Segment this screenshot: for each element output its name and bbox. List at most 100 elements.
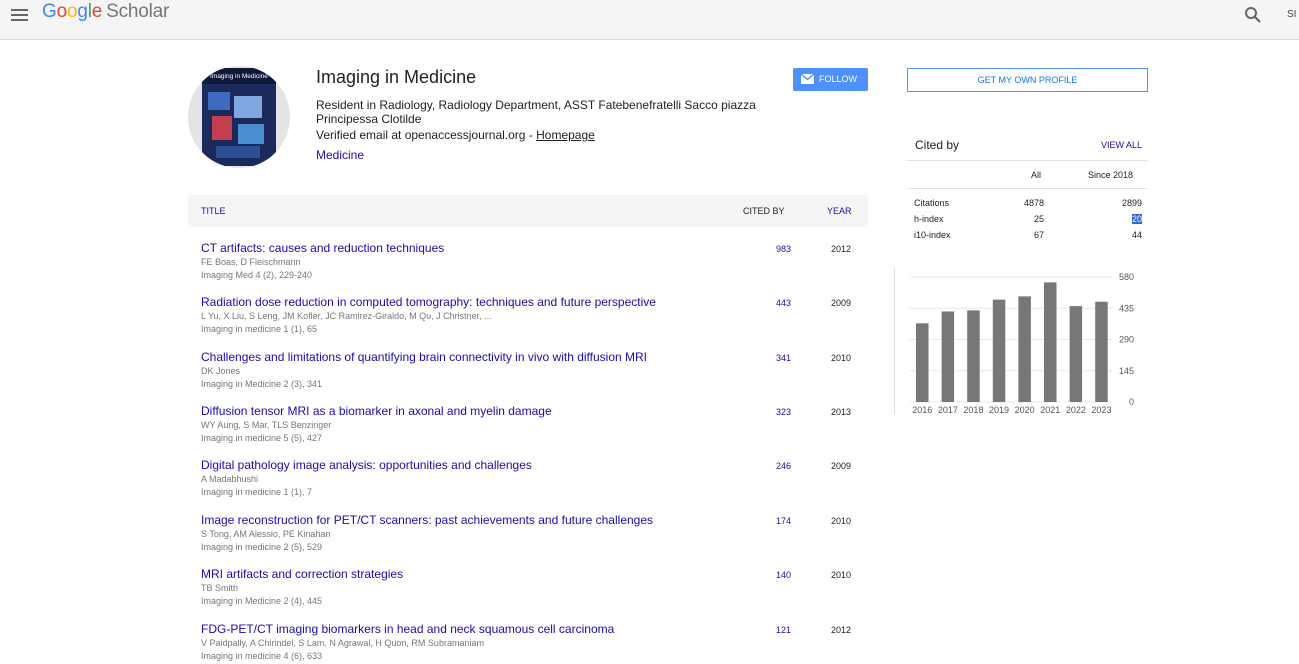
cited-by-title: Cited by	[915, 138, 960, 152]
table-row: Image reconstruction for PET/CT scanners…	[188, 513, 868, 563]
cited-by-column-header[interactable]: CITED BY	[743, 206, 785, 216]
cited-by-count[interactable]: 246	[776, 461, 791, 471]
article-venue: Imaging in medicine 5 (5), 427	[201, 433, 323, 443]
article-venue: Imaging in medicine 1 (1), 65	[201, 324, 318, 334]
table-row: Challenges and limitations of quantifyin…	[188, 350, 868, 400]
view-all-link[interactable]: VIEW ALL	[1101, 140, 1142, 150]
chart-bar[interactable]	[941, 311, 955, 402]
chart-bar[interactable]	[1095, 301, 1108, 402]
stat-label: Citations	[914, 198, 950, 208]
chart-separator	[894, 268, 895, 414]
interest-link[interactable]: Medicine	[316, 148, 364, 162]
year-column-header[interactable]: YEAR	[827, 206, 852, 216]
chart-bar[interactable]	[992, 299, 1006, 402]
stat-since: 20	[1131, 214, 1142, 224]
verified-email: Verified email at openaccessjournal.org …	[316, 128, 595, 142]
y-tick-label: 290	[1119, 335, 1134, 345]
article-authors: V Paidpally, A Chirindel, S Lam, N Agraw…	[201, 638, 484, 648]
article-title[interactable]: FDG-PET/CT imaging biomarkers in head an…	[201, 622, 614, 636]
x-tick-label: 2019	[989, 405, 1009, 415]
follow-label: FOLLOW	[819, 74, 858, 84]
cited-by-count[interactable]: 443	[776, 298, 791, 308]
logo-letter: o	[66, 1, 78, 22]
email-text: Verified email at openaccessjournal.org …	[316, 128, 537, 142]
x-tick-label: 2023	[1091, 405, 1111, 415]
table-row: Radiation dose reduction in computed tom…	[188, 295, 868, 345]
stat-all: 67	[1033, 230, 1044, 240]
cited-by-count[interactable]: 140	[776, 570, 791, 580]
article-title[interactable]: Image reconstruction for PET/CT scanners…	[201, 513, 653, 527]
get-my-own-profile-button[interactable]: GET MY OWN PROFILE	[907, 68, 1148, 92]
article-venue: Imaging in medicine 2 (5), 529	[201, 542, 323, 552]
x-tick-label: 2020	[1015, 405, 1035, 415]
y-tick-label: 145	[1119, 366, 1134, 376]
stat-label: i10-index	[914, 230, 951, 240]
stat-all: 4878	[1023, 198, 1044, 208]
stat-label: h-index	[914, 214, 944, 224]
article-authors: A Madabhushi	[201, 474, 259, 484]
cited-by-count[interactable]: 174	[776, 516, 791, 526]
article-authors: L Yu, X Liu, S Leng, JM Kofler, JC Ramir…	[201, 311, 492, 321]
article-venue: Imaging in medicine 4 (6), 633	[201, 651, 323, 661]
table-row: MRI artifacts and correction strategies …	[188, 567, 868, 617]
article-title[interactable]: MRI artifacts and correction strategies	[201, 567, 403, 581]
article-title[interactable]: Digital pathology image analysis: opport…	[201, 458, 532, 472]
chart-bar[interactable]	[1044, 282, 1057, 402]
article-year: 2012	[831, 244, 852, 254]
title-column-header[interactable]: TITLE	[201, 206, 226, 216]
article-authors: S Tong, AM Alessio, PE Kinahan	[201, 529, 331, 539]
sign-in-link[interactable]: SI	[1287, 9, 1296, 20]
chart-bar[interactable]	[1069, 306, 1083, 402]
avatar-title: Imaging in Medicine	[210, 73, 268, 80]
journal-cover-image: Imaging in Medicine	[202, 68, 276, 166]
logo-letter: g	[77, 1, 88, 22]
chart-bar[interactable]	[916, 323, 929, 402]
homepage-link[interactable]: Homepage	[536, 128, 595, 142]
avatar: Imaging in Medicine	[188, 66, 290, 168]
logo-letter: e	[91, 1, 103, 22]
article-year: 2012	[831, 625, 852, 635]
article-venue: Imaging in Medicine 2 (3), 341	[201, 379, 323, 389]
logo-letter: o	[56, 1, 68, 22]
table-row: Diffusion tensor MRI as a biomarker in a…	[188, 404, 868, 454]
article-year: 2010	[831, 570, 852, 580]
menu-icon[interactable]	[11, 7, 28, 21]
x-tick-label: 2016	[912, 405, 932, 415]
profile-name: Imaging in Medicine	[316, 67, 477, 87]
all-column-header: All	[1031, 170, 1042, 180]
divider	[907, 160, 1148, 161]
divider	[907, 188, 1148, 189]
article-authors: DK Jones	[201, 366, 241, 376]
article-title[interactable]: Diffusion tensor MRI as a biomarker in a…	[201, 404, 552, 418]
y-tick-label: 580	[1119, 272, 1134, 282]
cited-by-count[interactable]: 341	[776, 353, 791, 363]
chart-bar[interactable]	[1018, 296, 1031, 402]
article-venue: Imaging in Medicine 2 (4), 445	[201, 596, 323, 606]
article-authors: TB Smith	[201, 583, 239, 593]
article-venue: Imaging Med 4 (2), 229-240	[201, 270, 313, 280]
search-icon[interactable]	[1244, 6, 1262, 24]
affiliation: Resident in Radiology, Radiology Departm…	[316, 98, 756, 126]
article-title[interactable]: Challenges and limitations of quantifyin…	[201, 350, 647, 364]
cited-by-count[interactable]: 323	[776, 407, 791, 417]
article-venue: Imaging in medicine 1 (1), 7	[201, 487, 313, 497]
article-authors: WY Aung, S Mar, TLS Benzinger	[201, 420, 332, 430]
table-row: CT artifacts: causes and reduction techn…	[188, 241, 868, 291]
google-scholar-logo[interactable]: Google Scholar	[42, 1, 169, 23]
logo-letter: G	[42, 1, 57, 22]
article-title[interactable]: CT artifacts: causes and reduction techn…	[201, 241, 444, 255]
y-tick-label: 435	[1119, 303, 1134, 313]
top-bar: Google Scholar SI	[0, 0, 1299, 40]
table-row: Digital pathology image analysis: opport…	[188, 458, 868, 508]
article-year: 2009	[831, 298, 852, 308]
table-row: FDG-PET/CT imaging biomarkers in head an…	[188, 622, 868, 664]
cited-by-count[interactable]: 121	[776, 625, 791, 635]
article-title[interactable]: Radiation dose reduction in computed tom…	[201, 295, 656, 309]
follow-button[interactable]: FOLLOW	[793, 68, 868, 91]
stat-all: 25	[1033, 214, 1044, 224]
x-tick-label: 2022	[1066, 405, 1086, 415]
article-year: 2010	[831, 353, 852, 363]
cited-by-count[interactable]: 983	[776, 244, 791, 254]
chart-bar[interactable]	[967, 310, 980, 402]
since-column-header: Since 2018	[1088, 170, 1134, 180]
